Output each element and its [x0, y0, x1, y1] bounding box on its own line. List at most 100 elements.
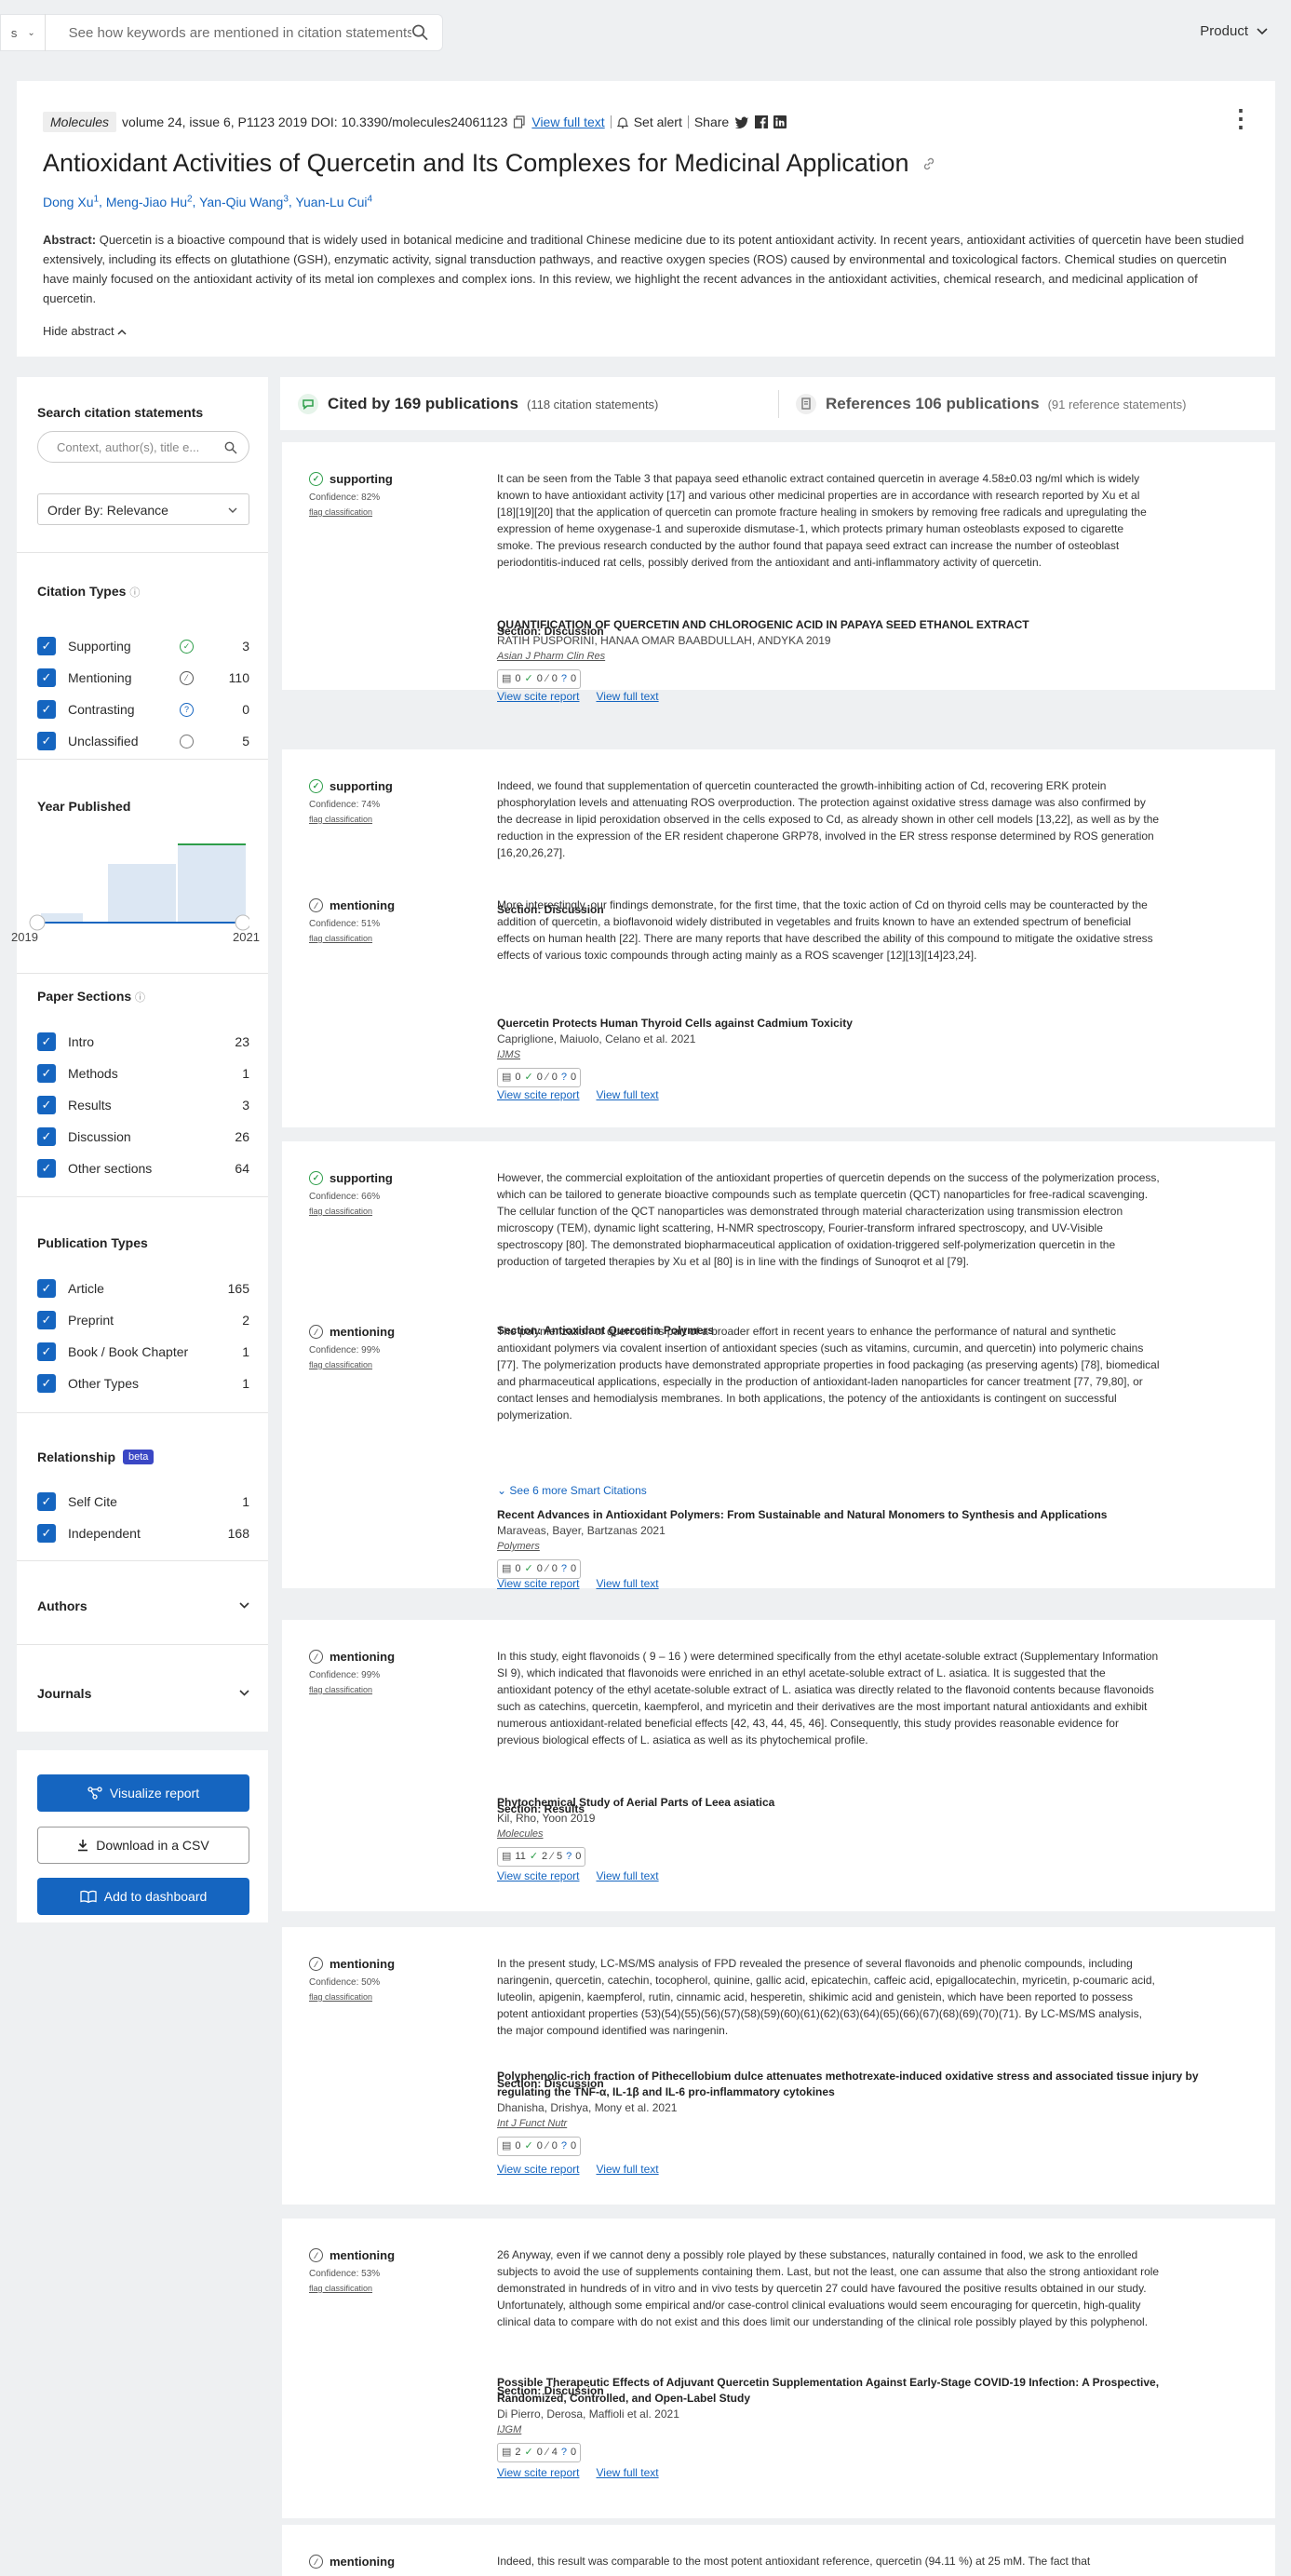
tab-references[interactable]: References 106 publications (91 referenc…: [795, 393, 1186, 415]
tab-cited-by[interactable]: Cited by 169 publications (118 citation …: [297, 393, 658, 415]
chevron-down-icon[interactable]: ⌄: [27, 28, 34, 38]
product-menu[interactable]: Product: [1200, 23, 1268, 39]
flag-classification-link[interactable]: flag classification: [309, 815, 372, 824]
view-scite-report-link[interactable]: View scite report: [497, 1088, 579, 1101]
bell-icon[interactable]: [616, 116, 628, 128]
view-scite-report-link[interactable]: View scite report: [497, 1577, 579, 1590]
visualize-report-button[interactable]: Visualize report: [37, 1774, 249, 1812]
citing-paper-journal[interactable]: Int J Funct Nutr: [497, 2116, 1204, 2132]
see-more-citations-link[interactable]: ⌄ See 6 more Smart Citations: [497, 1484, 647, 1497]
year-histogram[interactable]: [26, 833, 249, 945]
journals-filter-toggle[interactable]: Journals: [37, 1686, 249, 1701]
checkbox-checked-icon[interactable]: ✓: [37, 637, 56, 655]
info-icon[interactable]: ⓘ: [135, 992, 145, 1004]
view-scite-report-link[interactable]: View scite report: [497, 2163, 579, 2176]
download-csv-button[interactable]: Download in a CSV: [37, 1827, 249, 1864]
flag-classification-link[interactable]: flag classification: [309, 1207, 372, 1216]
filter-pubtypes-3[interactable]: ✓ Other Types 1: [37, 1373, 249, 1394]
citation-type-badge[interactable]: ⁄ mentioning: [309, 1650, 395, 1664]
keyword-search-box[interactable]: s ⌄: [0, 14, 443, 51]
copy-icon[interactable]: [513, 115, 526, 128]
author-link[interactable]: Meng-Jiao Hu2: [106, 194, 193, 209]
checkbox-checked-icon[interactable]: ✓: [37, 668, 56, 687]
filter-sections-1[interactable]: ✓ Methods 1: [37, 1063, 249, 1084]
facebook-icon[interactable]: [755, 115, 769, 128]
filter-pubtypes-0[interactable]: ✓ Article 165: [37, 1278, 249, 1299]
author-link[interactable]: Yan-Qiu Wang3: [199, 194, 289, 209]
citing-paper-title[interactable]: Phytochemical Study of Aerial Parts of L…: [497, 1795, 1204, 1811]
view-full-text-link[interactable]: View full text: [596, 1577, 658, 1590]
checkbox-checked-icon[interactable]: ✓: [37, 1064, 56, 1083]
set-alert-button[interactable]: Set alert: [634, 115, 682, 129]
citing-paper-title[interactable]: Quercetin Protects Human Thyroid Cells a…: [497, 1016, 1204, 1032]
checkbox-checked-icon[interactable]: ✓: [37, 1127, 56, 1146]
checkbox-checked-icon[interactable]: ✓: [37, 1374, 56, 1393]
checkbox-checked-icon[interactable]: ✓: [37, 1159, 56, 1178]
view-full-text-link[interactable]: View full text: [596, 2466, 658, 2479]
link-icon[interactable]: [921, 156, 936, 171]
citation-type-badge[interactable]: ⁄ mentioning: [309, 2555, 395, 2569]
citing-paper-journal[interactable]: IJGM: [497, 2422, 1204, 2438]
citation-type-badge[interactable]: ⁄ mentioning: [309, 2248, 395, 2262]
citing-paper-journal[interactable]: Asian J Pharm Clin Res: [497, 649, 1204, 665]
citation-type-badge[interactable]: ✓ supporting: [309, 1171, 393, 1185]
year-start-handle[interactable]: [29, 914, 46, 931]
checkbox-checked-icon[interactable]: ✓: [37, 1279, 56, 1298]
view-scite-report-link[interactable]: View scite report: [497, 2466, 579, 2479]
flag-classification-link[interactable]: flag classification: [309, 1360, 372, 1369]
filter-citation_types-3[interactable]: ✓ Unclassified 5: [37, 731, 249, 751]
checkbox-checked-icon[interactable]: ✓: [37, 1342, 56, 1361]
checkbox-checked-icon[interactable]: ✓: [37, 1096, 56, 1114]
flag-classification-link[interactable]: flag classification: [309, 507, 372, 517]
filter-citation_types-1[interactable]: ✓ Mentioning ⁄ 110: [37, 668, 249, 688]
filter-relationship-1[interactable]: ✓ Independent 168: [37, 1523, 249, 1544]
citation-search-input[interactable]: Context, author(s), title e...: [37, 431, 249, 463]
linkedin-icon[interactable]: [773, 115, 787, 128]
citation-type-badge[interactable]: ✓ supporting: [309, 779, 393, 793]
info-icon[interactable]: ⓘ: [129, 587, 140, 599]
more-options-icon[interactable]: ⋮: [1229, 104, 1255, 133]
view-full-text-link[interactable]: View full text: [596, 1088, 658, 1101]
citation-type-badge[interactable]: ✓ supporting: [309, 472, 393, 486]
view-full-text-link[interactable]: View full text: [531, 115, 604, 129]
view-full-text-link[interactable]: View full text: [596, 690, 658, 703]
flag-classification-link[interactable]: flag classification: [309, 934, 372, 943]
twitter-icon[interactable]: [734, 115, 749, 128]
citation-type-badge[interactable]: ⁄ mentioning: [309, 1325, 395, 1339]
hide-abstract-toggle[interactable]: Hide abstract: [43, 324, 127, 338]
filter-sections-4[interactable]: ✓ Other sections 64: [37, 1158, 249, 1179]
checkbox-checked-icon[interactable]: ✓: [37, 732, 56, 750]
citation-type-badge[interactable]: ⁄ mentioning: [309, 1957, 395, 1971]
citing-paper-title[interactable]: Possible Therapeutic Effects of Adjuvant…: [497, 2375, 1204, 2407]
authors-filter-toggle[interactable]: Authors: [37, 1598, 249, 1613]
checkbox-checked-icon[interactable]: ✓: [37, 1032, 56, 1051]
flag-classification-link[interactable]: flag classification: [309, 1992, 372, 2002]
citing-paper-title[interactable]: Recent Advances in Antioxidant Polymers:…: [497, 1507, 1204, 1523]
filter-sections-2[interactable]: ✓ Results 3: [37, 1095, 249, 1115]
order-by-select[interactable]: Order By: Relevance: [37, 493, 249, 525]
keyword-search-input[interactable]: [68, 24, 412, 41]
filter-citation_types-0[interactable]: ✓ Supporting ✓ 3: [37, 636, 249, 656]
view-full-text-link[interactable]: View full text: [596, 1869, 658, 1882]
checkbox-checked-icon[interactable]: ✓: [37, 700, 56, 719]
journal-tag[interactable]: Molecules: [43, 112, 117, 132]
filter-citation_types-2[interactable]: ✓ Contrasting? 0: [37, 699, 249, 720]
year-end-handle[interactable]: [235, 914, 249, 931]
checkbox-checked-icon[interactable]: ✓: [37, 1492, 56, 1511]
flag-classification-link[interactable]: flag classification: [309, 2284, 372, 2293]
author-link[interactable]: Dong Xu1: [43, 194, 99, 209]
filter-relationship-0[interactable]: ✓ Self Cite 1: [37, 1491, 249, 1512]
citing-paper-journal[interactable]: Molecules: [497, 1827, 1204, 1842]
filter-pubtypes-2[interactable]: ✓ Book / Book Chapter 1: [37, 1342, 249, 1362]
filter-sections-3[interactable]: ✓ Discussion 26: [37, 1126, 249, 1147]
view-scite-report-link[interactable]: View scite report: [497, 690, 579, 703]
flag-classification-link[interactable]: flag classification: [309, 1685, 372, 1694]
filter-sections-0[interactable]: ✓ Intro 23: [37, 1032, 249, 1052]
citation-type-badge[interactable]: ⁄ mentioning: [309, 898, 395, 912]
citing-paper-title[interactable]: Polyphenolic-rich fraction of Pithecello…: [497, 2069, 1204, 2100]
filter-pubtypes-1[interactable]: ✓ Preprint 2: [37, 1310, 249, 1330]
checkbox-checked-icon[interactable]: ✓: [37, 1524, 56, 1543]
citing-paper-journal[interactable]: IJMS: [497, 1047, 1204, 1063]
search-icon[interactable]: [224, 441, 237, 454]
search-icon[interactable]: [411, 23, 429, 42]
